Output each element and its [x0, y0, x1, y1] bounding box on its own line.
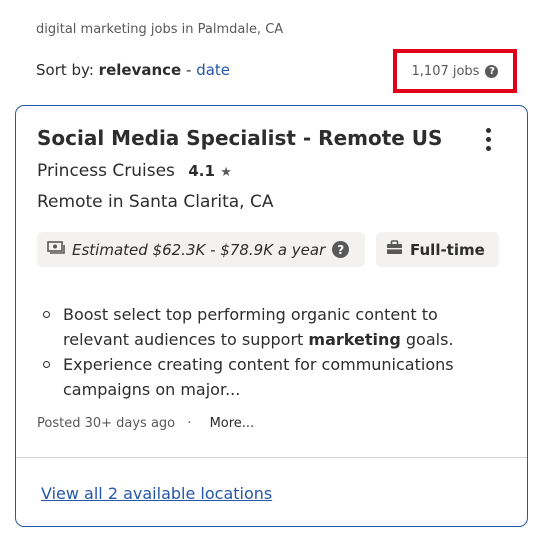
view-locations-link[interactable]: View all 2 available locations — [41, 484, 272, 503]
job-title[interactable]: Social Media Specialist - Remote US — [37, 126, 442, 150]
posted-date: Posted 30+ days ago — [37, 416, 176, 431]
sort-controls: Sort by: relevance - date — [36, 61, 230, 79]
job-snippet: Boost select top performing organic cont… — [43, 302, 503, 402]
sort-label: Sort by: — [36, 61, 94, 79]
job-meta: Posted 30+ days ago · More... — [37, 416, 255, 431]
job-type-text: Full-time — [410, 240, 485, 259]
salary-pill: Estimated $62.3K - $78.9K a year ? — [37, 232, 365, 267]
search-description: digital marketing jobs in Palmdale, CA — [36, 22, 284, 37]
snippet-item: Experience creating content for communic… — [43, 352, 503, 402]
job-card[interactable]: Social Media Specialist - Remote US Prin… — [15, 105, 528, 527]
help-icon[interactable]: ? — [485, 64, 499, 78]
job-count-text: 1,107 jobs — [411, 63, 480, 79]
salary-text: Estimated $62.3K - $78.9K a year — [72, 240, 326, 259]
job-type-pill: Full-time — [376, 232, 499, 267]
company-row: Princess Cruises 4.1 ★ — [37, 161, 232, 181]
snippet-item: Boost select top performing organic cont… — [43, 302, 503, 352]
sort-date-link[interactable]: date — [196, 61, 230, 79]
job-count: 1,107 jobs ? — [393, 49, 517, 93]
more-link[interactable]: More... — [210, 416, 255, 431]
job-location: Remote in Santa Clarita, CA — [37, 192, 274, 212]
star-icon: ★ — [220, 165, 232, 180]
sort-separator: - — [185, 61, 192, 79]
sort-relevance[interactable]: relevance — [99, 61, 182, 79]
company-rating: 4.1 — [188, 162, 215, 180]
money-icon — [47, 240, 65, 259]
more-options-icon[interactable] — [484, 128, 492, 151]
briefcase-icon — [386, 240, 403, 259]
salary-help-icon[interactable]: ? — [332, 241, 350, 258]
company-name: Princess Cruises — [37, 161, 175, 181]
divider — [16, 457, 527, 458]
